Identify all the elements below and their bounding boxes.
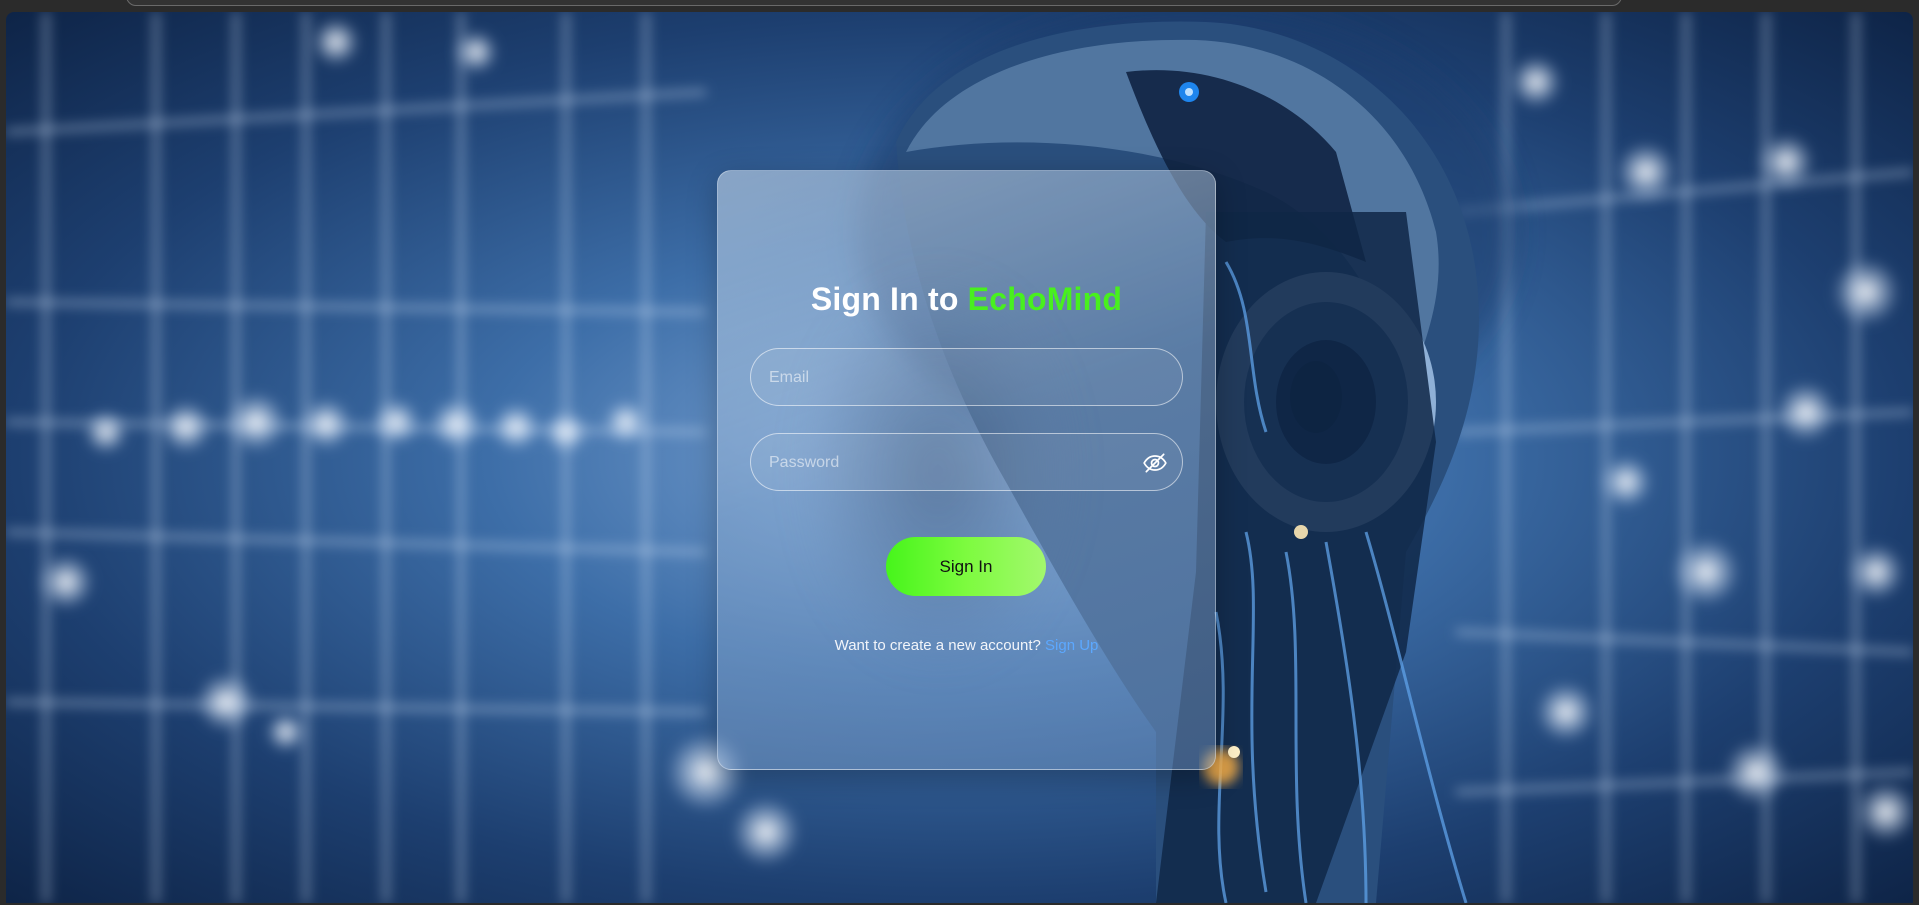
eye-slash-icon[interactable] — [1142, 450, 1168, 476]
login-page: Sign In to EchoMind Sign In Want to crea… — [6, 12, 1913, 903]
login-title-prefix: Sign In to — [810, 281, 968, 317]
browser-top-bar — [0, 0, 1919, 12]
password-field — [750, 433, 1183, 492]
browser-address-bar[interactable] — [126, 0, 1622, 6]
signup-prompt-text: Want to create a new account? — [834, 637, 1041, 654]
email-input[interactable] — [767, 349, 1131, 407]
sign-in-button[interactable]: Sign In — [886, 537, 1046, 596]
email-field — [750, 348, 1183, 407]
login-card: Sign In to EchoMind Sign In Want to crea… — [717, 170, 1216, 770]
login-title: Sign In to EchoMind — [718, 281, 1215, 318]
signup-prompt-line: Want to create a new account? Sign Up — [718, 637, 1215, 654]
sign-up-link[interactable]: Sign Up — [1045, 637, 1098, 654]
brand-name: EchoMind — [967, 281, 1123, 317]
password-input[interactable] — [767, 434, 1131, 492]
